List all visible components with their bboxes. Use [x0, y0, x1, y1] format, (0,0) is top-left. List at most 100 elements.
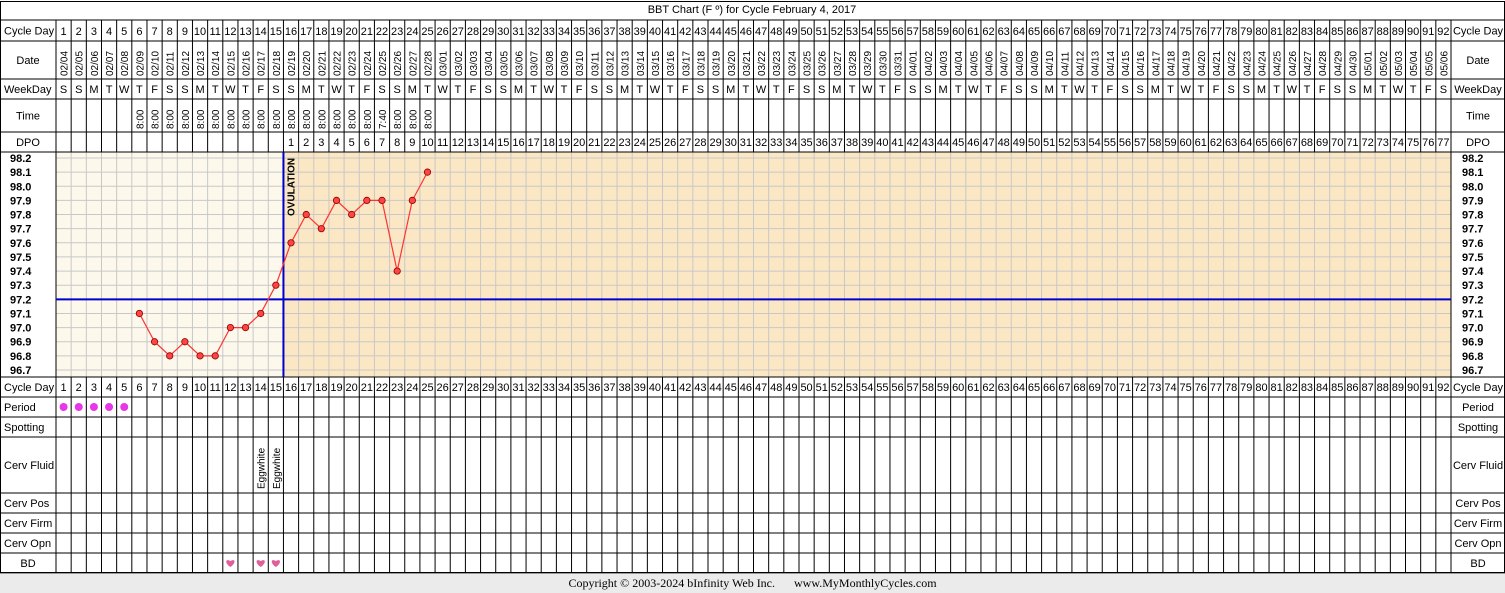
weekday-label: T: [849, 84, 856, 96]
weekday-label: F: [576, 84, 583, 96]
bd-heart-icon: [271, 560, 280, 567]
date-label: 04/07: [1000, 51, 1011, 76]
date-label: 03/10: [575, 51, 586, 76]
row-label-date: Date: [16, 55, 39, 67]
temperature-point: [166, 352, 174, 360]
cycle-day-number: 87: [1361, 26, 1373, 38]
date-label: 02/26: [393, 51, 404, 76]
time-label: 8:00: [363, 109, 374, 129]
date-label: 04/06: [985, 51, 996, 76]
date-label: 03/30: [878, 51, 889, 76]
date-label: 03/27: [833, 51, 844, 76]
dpo-number: 20: [573, 137, 585, 149]
cycle-day-number-lower: 73: [1149, 382, 1161, 394]
weekday-label: S: [1440, 84, 1447, 96]
cycle-day-number-lower: 70: [1104, 382, 1116, 394]
dpo-number: 9: [409, 137, 415, 149]
temp-tick-label-right: 96.9: [1462, 337, 1483, 349]
date-label: 03/23: [772, 51, 783, 76]
cycle-day-number: 54: [861, 26, 873, 38]
cycle-day-number: 25: [421, 26, 433, 38]
dpo-number: 64: [1240, 137, 1252, 149]
date-label: 02/11: [166, 51, 177, 76]
dpo-number: 11: [437, 137, 448, 149]
cycle-day-number: 39: [634, 26, 646, 38]
dpo-number: 5: [349, 137, 355, 149]
date-label: 02/19: [287, 51, 298, 76]
weekday-label: T: [1273, 84, 1280, 96]
weekday-label: W: [437, 84, 448, 96]
temperature-point: [272, 281, 280, 289]
temp-tick-label-right: 97.7: [1462, 224, 1483, 236]
cycle-day-number-lower: 53: [846, 382, 858, 394]
weekday-label: W: [1287, 84, 1298, 96]
cycle-day-number-lower: 28: [467, 382, 479, 394]
weekday-label: S: [1121, 84, 1128, 96]
weekday-label: S: [287, 84, 294, 96]
date-label: 02/23: [348, 51, 359, 76]
date-label: 03/01: [439, 51, 450, 76]
dpo-number: 76: [1422, 137, 1434, 149]
temperature-point: [257, 309, 265, 318]
cycle-day-number: 44: [709, 26, 721, 38]
site-link[interactable]: www.MyMonthlyCycles.com: [794, 576, 937, 590]
cycle-day-number: 52: [831, 26, 843, 38]
weekday-label: T: [1304, 84, 1311, 96]
weekday-label: S: [500, 84, 507, 96]
date-label: 04/09: [1030, 51, 1041, 76]
cycle-day-number-lower: 66: [1043, 382, 1055, 394]
cycle-day-number: 81: [1271, 26, 1283, 38]
date-label: 03/02: [454, 51, 465, 76]
dpo-number: 17: [528, 137, 540, 149]
weekday-label: F: [682, 84, 689, 96]
cycle-day-number-lower: 6: [136, 382, 142, 394]
temp-tick-label-left: 97.5: [10, 252, 31, 264]
weekday-label: M: [726, 84, 735, 96]
cycle-day-number-lower: 27: [452, 382, 464, 394]
cycle-day-number: 91: [1422, 26, 1434, 38]
date-label: 03/20: [727, 51, 738, 76]
cycle-day-number-lower: 79: [1240, 382, 1252, 394]
cycle-day-number-lower: 38: [618, 382, 630, 394]
cycle-day-number-lower: 87: [1361, 382, 1373, 394]
cycle-day-number: 66: [1043, 26, 1055, 38]
cycle-day-number-lower: 59: [937, 382, 949, 394]
cycle-day-number-lower: 58: [922, 382, 934, 394]
time-label: 8:00: [302, 109, 313, 129]
weekday-label: W: [1180, 84, 1191, 96]
date-label: 03/06: [514, 51, 525, 76]
cycle-day-number: 32: [528, 26, 540, 38]
footer: Copyright © 2003-2024 bInfinity Web Inc.…: [0, 573, 1505, 593]
cycle-day-number: 42: [679, 26, 691, 38]
dpo-number: 14: [482, 137, 494, 149]
dpo-number: 15: [497, 137, 509, 149]
dpo-number: 75: [1407, 137, 1419, 149]
temp-tick-label-right: 97.3: [1462, 280, 1483, 292]
date-label: 02/16: [242, 51, 253, 76]
weekday-label: F: [363, 84, 370, 96]
weekday-label: W: [968, 84, 979, 96]
ovulation-label: OVULATION: [286, 158, 297, 216]
cycle-day-number-lower: 14: [255, 382, 267, 394]
cycle-day-number: 58: [922, 26, 934, 38]
weekday-label: S: [166, 84, 173, 96]
cycle-day-number-lower: 90: [1407, 382, 1419, 394]
cycle-day-number: 63: [998, 26, 1010, 38]
cycle-day-number: 46: [740, 26, 752, 38]
date-label: 03/28: [848, 51, 859, 76]
cycle-day-number: 3: [91, 26, 97, 38]
cycle-day-number-lower: 91: [1422, 382, 1434, 394]
date-label: 05/01: [1364, 51, 1375, 76]
date-label: 03/05: [499, 51, 510, 76]
weekday-label: F: [1425, 84, 1432, 96]
dpo-number: 63: [1225, 137, 1237, 149]
cycle-day-number: 74: [1164, 26, 1176, 38]
date-label: 04/02: [924, 51, 935, 76]
temp-tick-label-left: 97.7: [10, 224, 31, 236]
cycle-day-number: 50: [800, 26, 812, 38]
dpo-number: 1: [288, 137, 294, 149]
dpo-number: 40: [876, 137, 888, 149]
dpo-number: 19: [558, 137, 570, 149]
date-label: 04/13: [1091, 51, 1102, 76]
temp-tick-label-right: 98.0: [1462, 181, 1483, 193]
